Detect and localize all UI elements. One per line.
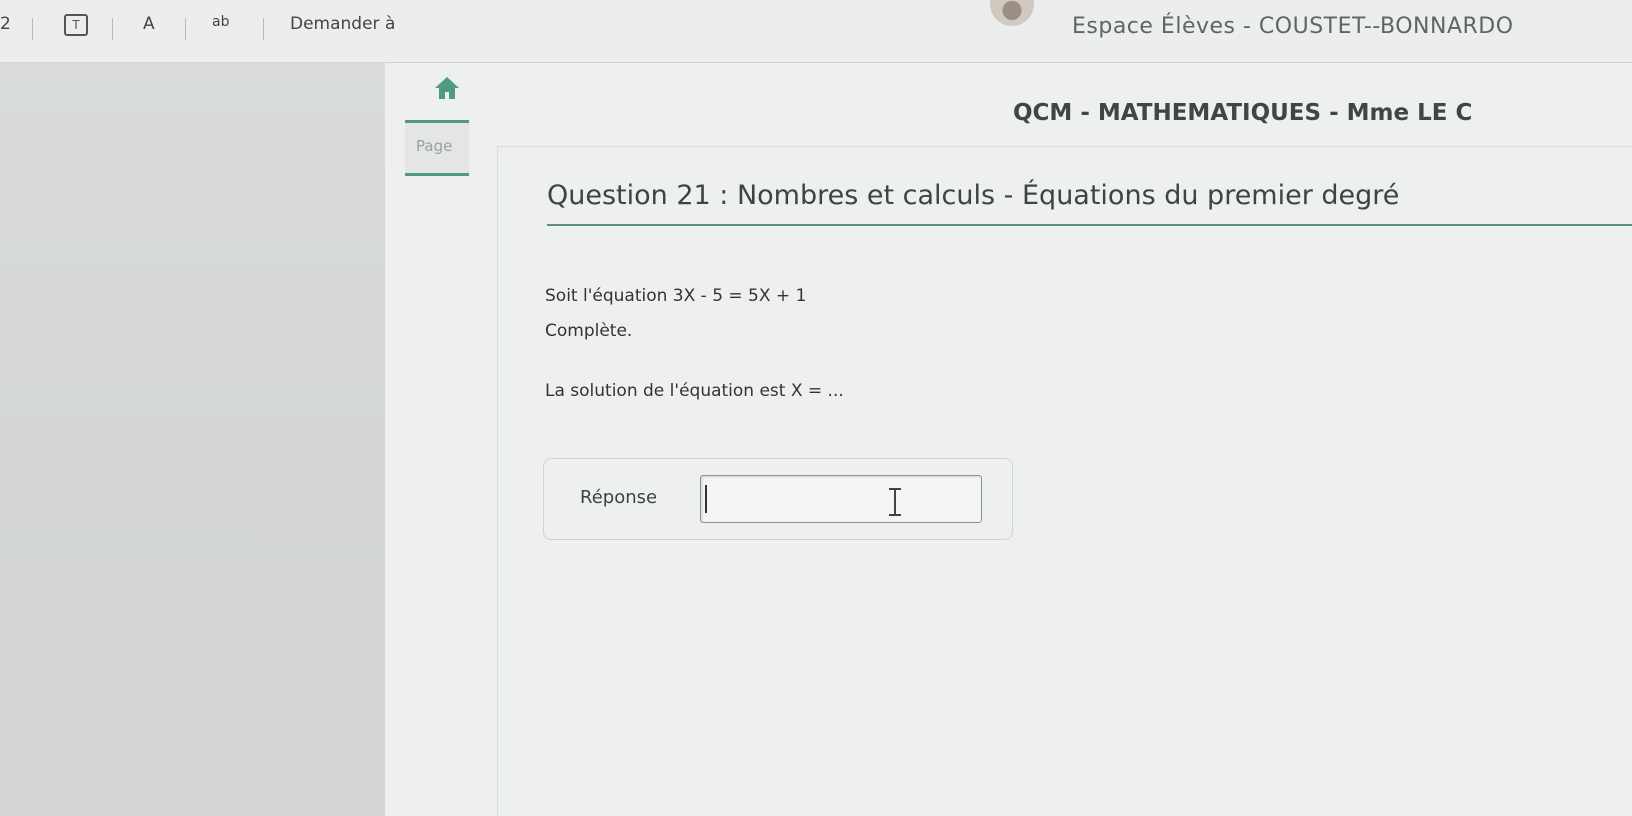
question-prompt: La solution de l'équation est X = ... [545, 381, 844, 401]
tab-page-label: Page [416, 137, 453, 155]
home-icon[interactable] [433, 75, 461, 101]
main-content [385, 63, 1632, 816]
text-caret [705, 485, 707, 513]
spellcheck-icon[interactable]: ab [212, 14, 229, 30]
divider [497, 146, 1632, 147]
toolbar-separator [32, 18, 33, 40]
ibeam-cursor-icon [889, 488, 901, 516]
tab-page[interactable]: Page [405, 120, 469, 176]
ask-button[interactable]: Demander à [290, 14, 395, 34]
question-divider [547, 224, 1632, 226]
toolbar-separator [112, 18, 113, 40]
font-size-icon[interactable]: A [143, 14, 155, 34]
answer-input[interactable] [700, 475, 982, 523]
space-title: Espace Élèves - COUSTET--BONNARDO [1072, 14, 1514, 39]
answer-label: Réponse [580, 487, 658, 508]
toolbar-separator [185, 18, 186, 40]
question-equation: Soit l'équation 3X - 5 = 5X + 1 [545, 286, 807, 306]
question-title: Question 21 : Nombres et calculs - Équat… [547, 180, 1400, 211]
toolbar-separator [263, 18, 264, 40]
top-toolbar: 2 T A ab Demander à Espace Élèves - COUS… [0, 0, 1632, 63]
question-instruction: Complète. [545, 321, 633, 341]
page-title: QCM - MATHEMATIQUES - Mme LE C [1013, 100, 1473, 126]
left-side-panel-lower [0, 560, 385, 816]
text-format-icon[interactable]: T [64, 14, 88, 36]
avatar[interactable] [990, 0, 1034, 26]
toolbar-item-1[interactable]: 2 [0, 14, 11, 34]
divider [497, 146, 498, 816]
